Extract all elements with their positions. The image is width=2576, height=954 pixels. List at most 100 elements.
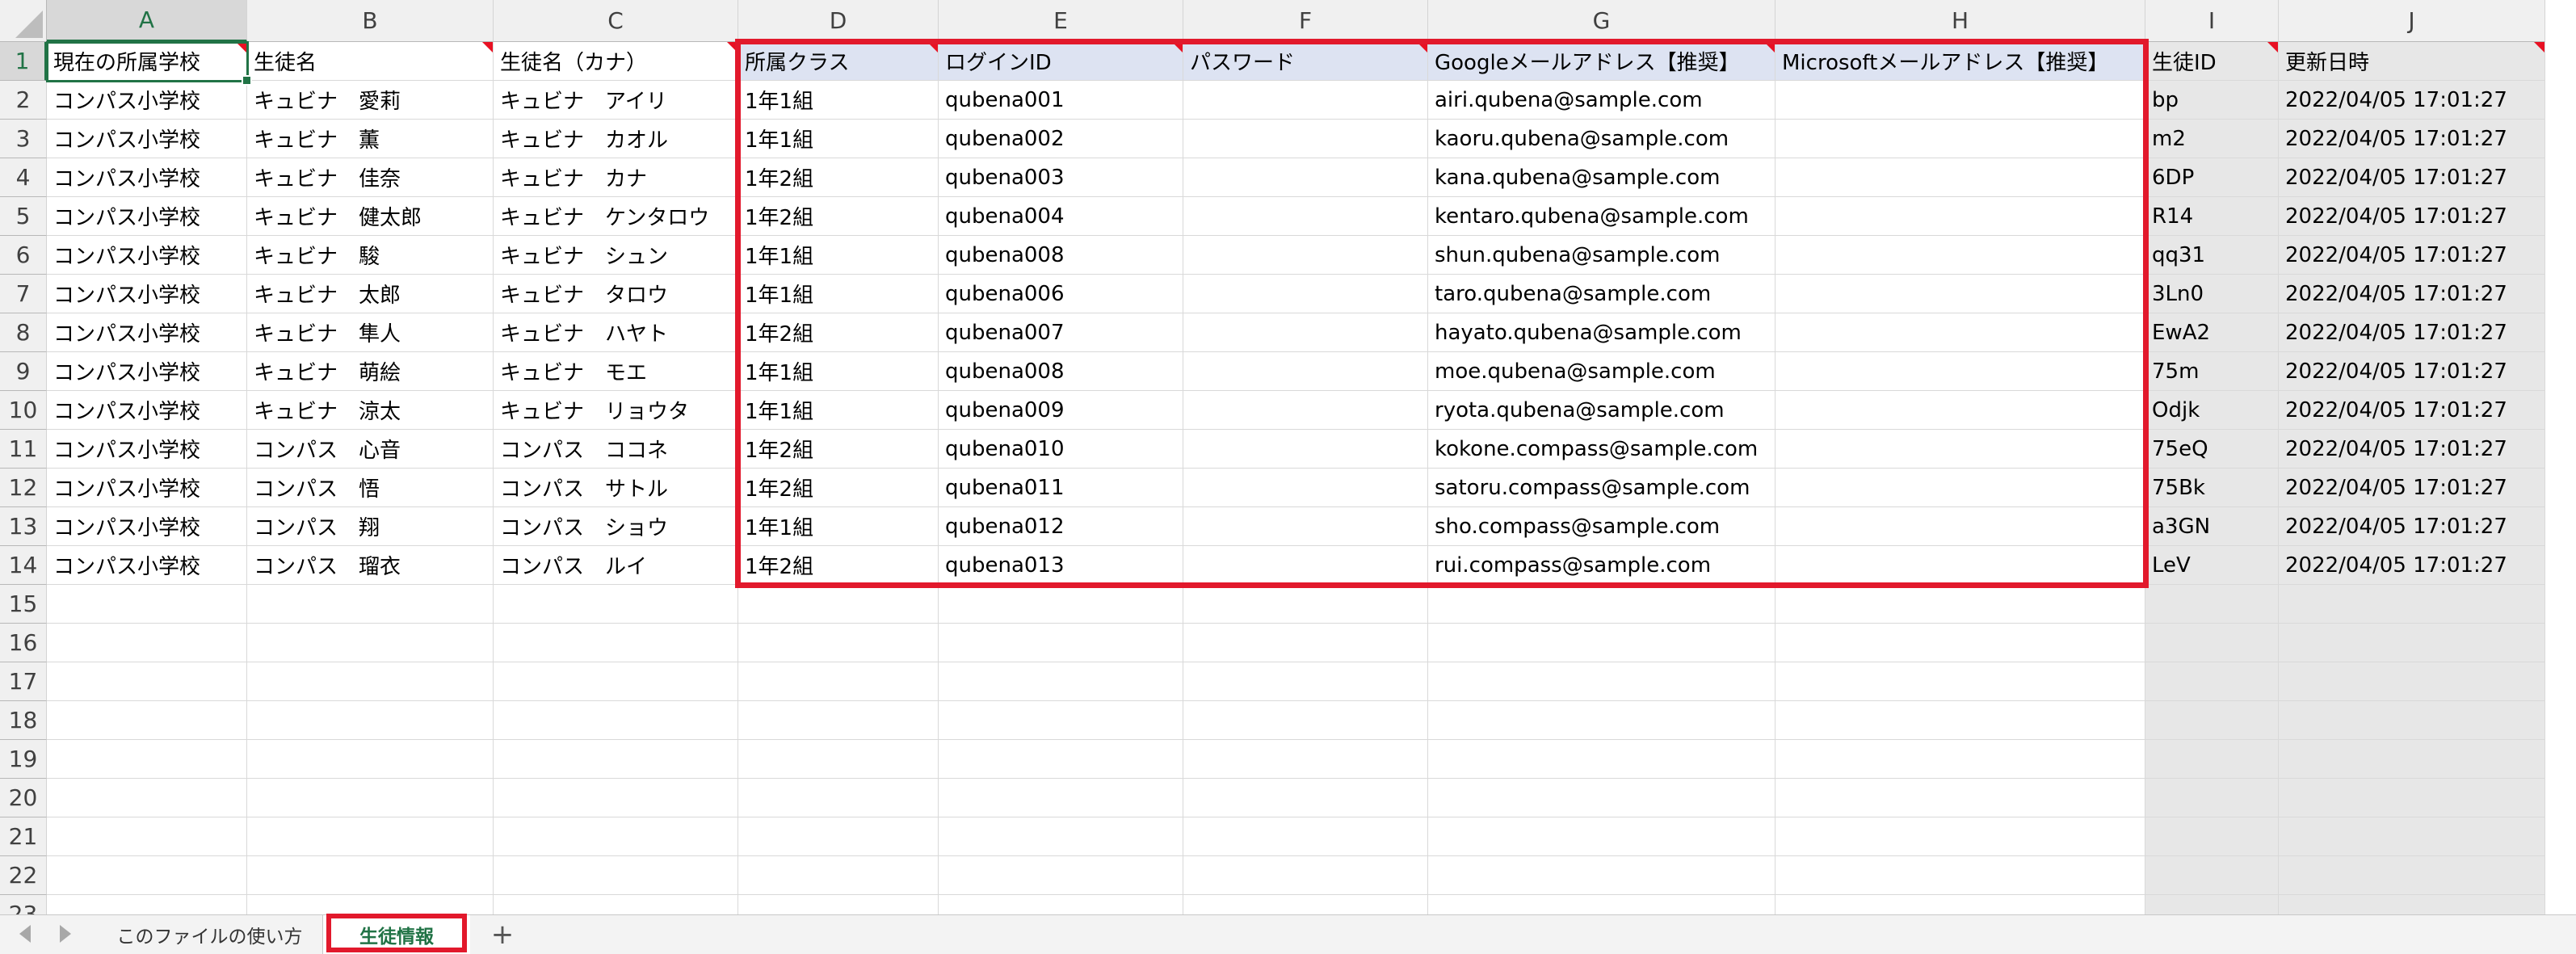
empty-cell[interactable] [1775, 585, 2145, 624]
empty-cell[interactable] [2279, 662, 2545, 701]
row-header-5[interactable]: 5 [0, 197, 47, 236]
empty-cell[interactable] [939, 856, 1183, 895]
empty-cell[interactable] [1775, 701, 2145, 740]
data-cell[interactable]: キュビナ 涼太 [247, 391, 494, 430]
row-header-18[interactable]: 18 [0, 701, 47, 740]
empty-cell[interactable] [1775, 662, 2145, 701]
data-cell[interactable]: キュビナ 太郎 [247, 275, 494, 313]
row-header-12[interactable]: 12 [0, 469, 47, 507]
empty-cell[interactable] [1183, 662, 1428, 701]
empty-cell[interactable] [2145, 779, 2279, 817]
empty-cell[interactable] [47, 701, 247, 740]
empty-cell[interactable] [494, 779, 738, 817]
data-cell[interactable]: コンパス 翔 [247, 507, 494, 546]
data-cell[interactable]: 2022/04/05 17:01:27 [2279, 469, 2545, 507]
data-cell[interactable]: R14 [2145, 197, 2279, 236]
empty-cell[interactable] [247, 817, 494, 856]
empty-cell[interactable] [1183, 740, 1428, 779]
sheet-tab-how-to-use[interactable]: このファイルの使い方 [97, 915, 323, 954]
data-cell[interactable]: 3Ln0 [2145, 275, 2279, 313]
empty-cell[interactable] [738, 585, 939, 624]
column-header-j[interactable]: J [2279, 0, 2545, 42]
empty-cell[interactable] [738, 662, 939, 701]
column-header-i[interactable]: I [2145, 0, 2279, 42]
empty-cell[interactable] [738, 779, 939, 817]
data-cell[interactable]: 2022/04/05 17:01:27 [2279, 158, 2545, 197]
data-cell[interactable]: コンパス小学校 [47, 469, 247, 507]
empty-cell[interactable] [494, 624, 738, 662]
row-header-17[interactable]: 17 [0, 662, 47, 701]
data-cell[interactable]: キュビナ ケンタロウ [494, 197, 738, 236]
empty-cell[interactable] [1428, 817, 1775, 856]
empty-cell[interactable] [47, 662, 247, 701]
data-cell[interactable]: キュビナ タロウ [494, 275, 738, 313]
data-cell[interactable]: コンパス小学校 [47, 120, 247, 158]
empty-cell[interactable] [1775, 856, 2145, 895]
empty-cell[interactable] [2145, 585, 2279, 624]
empty-cell[interactable] [1775, 624, 2145, 662]
data-cell[interactable]: LeV [2145, 546, 2279, 585]
empty-cell[interactable] [2145, 624, 2279, 662]
data-cell[interactable]: コンパス小学校 [47, 158, 247, 197]
data-cell[interactable]: キュビナ 健太郎 [247, 197, 494, 236]
data-cell[interactable]: 2022/04/05 17:01:27 [2279, 81, 2545, 120]
empty-cell[interactable] [1183, 585, 1428, 624]
empty-cell[interactable] [1183, 701, 1428, 740]
column-header-a[interactable]: A [47, 0, 247, 42]
empty-cell[interactable] [1183, 779, 1428, 817]
empty-cell[interactable] [494, 817, 738, 856]
empty-cell[interactable] [2145, 740, 2279, 779]
data-cell[interactable]: コンパス小学校 [47, 507, 247, 546]
data-cell[interactable]: キュビナ 佳奈 [247, 158, 494, 197]
empty-cell[interactable] [1428, 856, 1775, 895]
header-cell-b[interactable]: 生徒名 [247, 42, 494, 81]
data-cell[interactable]: キュビナ 隼人 [247, 313, 494, 352]
empty-cell[interactable] [1183, 817, 1428, 856]
empty-cell[interactable] [47, 624, 247, 662]
empty-cell[interactable] [1428, 740, 1775, 779]
data-cell[interactable]: 2022/04/05 17:01:27 [2279, 546, 2545, 585]
empty-cell[interactable] [939, 624, 1183, 662]
data-cell[interactable]: コンパス ショウ [494, 507, 738, 546]
data-cell[interactable]: 75eQ [2145, 430, 2279, 469]
empty-cell[interactable] [2279, 701, 2545, 740]
data-cell[interactable]: コンパス小学校 [47, 197, 247, 236]
data-cell[interactable]: コンパス小学校 [47, 391, 247, 430]
row-header-3[interactable]: 3 [0, 120, 47, 158]
data-cell[interactable]: コンパス 悟 [247, 469, 494, 507]
empty-cell[interactable] [1428, 779, 1775, 817]
empty-cell[interactable] [738, 624, 939, 662]
data-cell[interactable]: 75Bk [2145, 469, 2279, 507]
data-cell[interactable]: 2022/04/05 17:01:27 [2279, 507, 2545, 546]
empty-cell[interactable] [2279, 817, 2545, 856]
empty-cell[interactable] [2145, 856, 2279, 895]
empty-cell[interactable] [738, 817, 939, 856]
empty-cell[interactable] [247, 624, 494, 662]
empty-cell[interactable] [47, 817, 247, 856]
empty-cell[interactable] [47, 779, 247, 817]
empty-cell[interactable] [939, 740, 1183, 779]
empty-cell[interactable] [247, 585, 494, 624]
data-cell[interactable]: m2 [2145, 120, 2279, 158]
next-sheet-arrow-icon[interactable] [60, 925, 71, 943]
empty-cell[interactable] [2279, 779, 2545, 817]
data-cell[interactable]: Odjk [2145, 391, 2279, 430]
row-header-1[interactable]: 1 [0, 42, 47, 81]
data-cell[interactable]: キュビナ 萌絵 [247, 352, 494, 391]
row-header-10[interactable]: 10 [0, 391, 47, 430]
data-cell[interactable]: 2022/04/05 17:01:27 [2279, 275, 2545, 313]
empty-cell[interactable] [939, 662, 1183, 701]
empty-cell[interactable] [247, 662, 494, 701]
data-cell[interactable]: キュビナ カオル [494, 120, 738, 158]
empty-cell[interactable] [47, 740, 247, 779]
data-cell[interactable]: コンパス サトル [494, 469, 738, 507]
empty-cell[interactable] [1183, 856, 1428, 895]
empty-cell[interactable] [1775, 779, 2145, 817]
empty-cell[interactable] [2279, 856, 2545, 895]
data-cell[interactable]: qq31 [2145, 236, 2279, 275]
empty-cell[interactable] [738, 701, 939, 740]
row-header-7[interactable]: 7 [0, 275, 47, 313]
empty-cell[interactable] [2279, 585, 2545, 624]
row-header-2[interactable]: 2 [0, 81, 47, 120]
data-cell[interactable]: コンパス小学校 [47, 546, 247, 585]
